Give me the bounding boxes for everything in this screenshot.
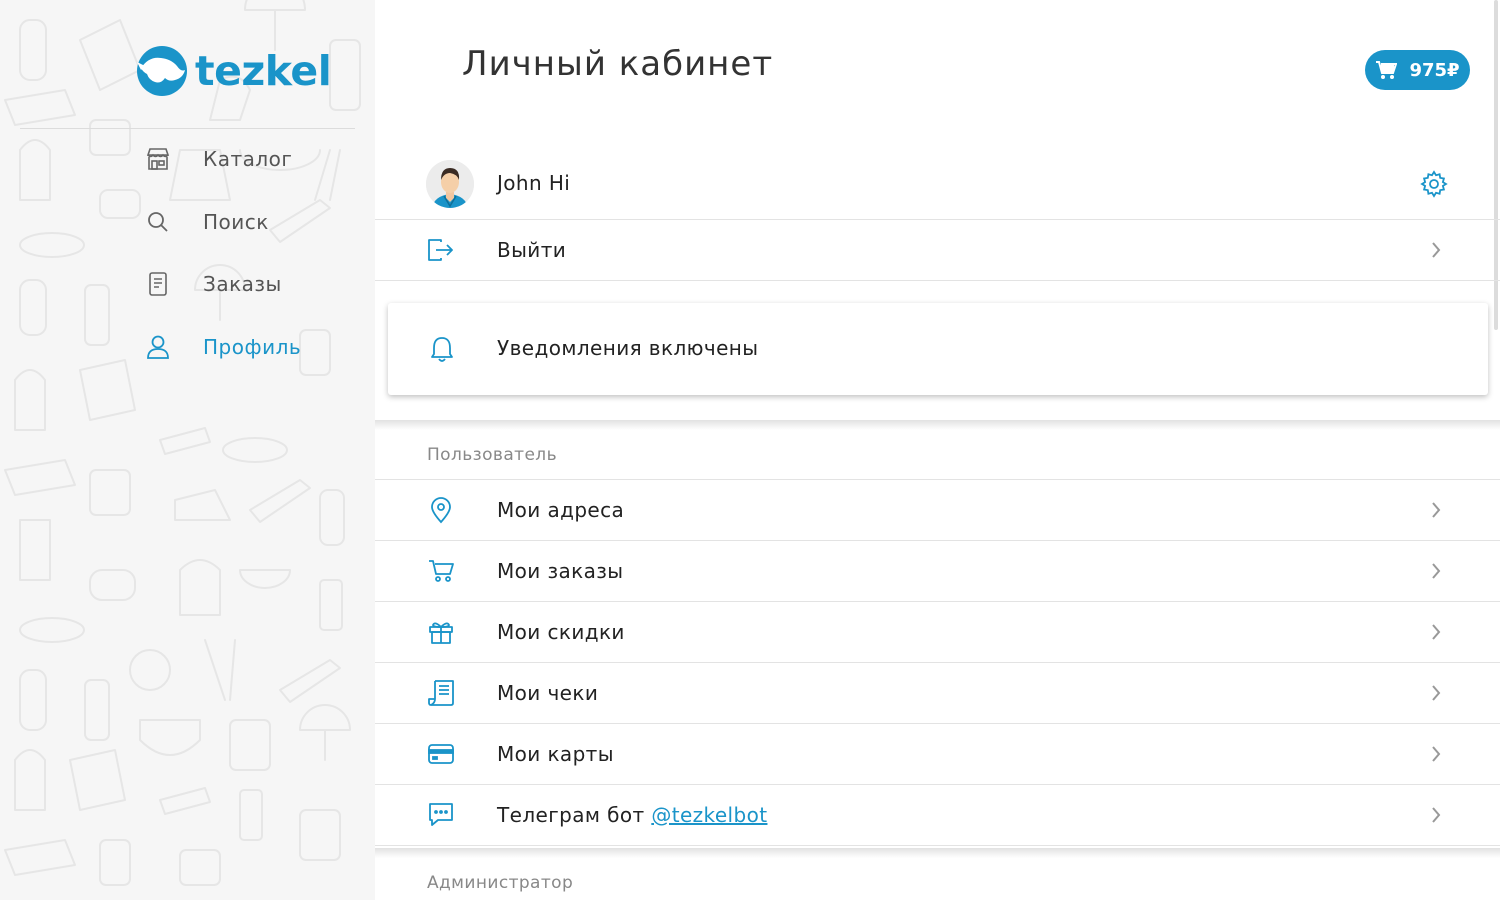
gear-icon <box>1420 170 1448 198</box>
store-icon <box>140 141 176 177</box>
main-content: Личный кабинет 975₽ John Hi Выйти Уведом… <box>375 0 1500 900</box>
orders-icon <box>140 266 176 302</box>
tezkel-logo[interactable]: tezkel <box>135 44 332 98</box>
my-cards-label: Мои карты <box>497 742 614 766</box>
cart-icon <box>1376 61 1398 79</box>
settings-button[interactable] <box>1418 168 1450 200</box>
logo-mark-icon <box>137 46 187 96</box>
bell-icon <box>426 333 458 365</box>
sidebar-item-profile[interactable]: Профиль <box>140 327 301 367</box>
my-discounts-label: Мои скидки <box>497 620 625 644</box>
user-icon <box>140 329 176 365</box>
chevron-right-icon <box>1428 240 1444 260</box>
sidebar-item-label: Профиль <box>203 335 302 359</box>
logout-icon <box>425 234 457 266</box>
page-title: Личный кабинет <box>462 44 774 84</box>
section-title-admin: Администратор <box>427 873 574 893</box>
my-orders-label: Мои заказы <box>497 559 624 583</box>
my-addresses-label: Мои адреса <box>497 498 625 522</box>
sidebar-item-label: Каталог <box>203 147 293 171</box>
my-receipts-row[interactable]: Мои чеки <box>375 663 1500 724</box>
chevron-right-icon <box>1428 561 1444 581</box>
notifications-card[interactable]: Уведомления включены <box>388 303 1488 395</box>
chevron-right-icon <box>1428 500 1444 520</box>
my-receipts-label: Мои чеки <box>497 681 599 705</box>
chevron-right-icon <box>1428 622 1444 642</box>
section-divider <box>375 420 1500 430</box>
cart-total: 975₽ <box>1409 59 1460 81</box>
my-orders-row[interactable]: Мои заказы <box>375 541 1500 602</box>
sidebar-divider <box>20 128 355 129</box>
profile-name: John Hi <box>497 171 571 195</box>
receipt-icon <box>425 677 457 709</box>
my-addresses-row[interactable]: Мои адреса <box>375 480 1500 541</box>
logout-label: Выйти <box>497 238 567 262</box>
location-pin-icon <box>425 494 457 526</box>
sidebar-item-label: Заказы <box>203 272 282 296</box>
chevron-right-icon <box>1428 744 1444 764</box>
notifications-label: Уведомления включены <box>497 336 759 360</box>
telegram-bot-row[interactable]: Телеграм бот @tezkelbot <box>375 785 1500 846</box>
section-title-user: Пользователь <box>427 445 557 465</box>
gift-icon <box>425 616 457 648</box>
profile-row: John Hi <box>375 158 1500 220</box>
telegram-bot-label: Телеграм бот @tezkelbot <box>497 803 767 827</box>
sidebar-item-catalog[interactable]: Каталог <box>140 139 292 179</box>
section-divider <box>375 848 1500 858</box>
doodle-pattern-background <box>4 0 361 886</box>
sidebar: tezkel Каталог Поиск Заказы Профиль <box>0 0 375 900</box>
logo-text: tezkel <box>195 47 332 95</box>
credit-card-icon <box>425 738 457 770</box>
chat-icon <box>425 799 457 831</box>
my-cards-row[interactable]: Мои карты <box>375 724 1500 785</box>
search-icon <box>140 204 176 240</box>
telegram-bot-text: Телеграм бот <box>497 803 645 827</box>
sidebar-item-label: Поиск <box>203 210 269 234</box>
cart-button[interactable]: 975₽ <box>1365 50 1470 90</box>
logout-row[interactable]: Выйти <box>375 220 1500 281</box>
cart-icon <box>425 555 457 587</box>
avatar <box>426 160 474 208</box>
chevron-right-icon <box>1428 683 1444 703</box>
my-discounts-row[interactable]: Мои скидки <box>375 602 1500 663</box>
telegram-bot-link[interactable]: @tezkelbot <box>651 803 767 827</box>
sidebar-item-orders[interactable]: Заказы <box>140 264 282 304</box>
chevron-right-icon <box>1428 805 1444 825</box>
sidebar-item-search[interactable]: Поиск <box>140 202 269 242</box>
